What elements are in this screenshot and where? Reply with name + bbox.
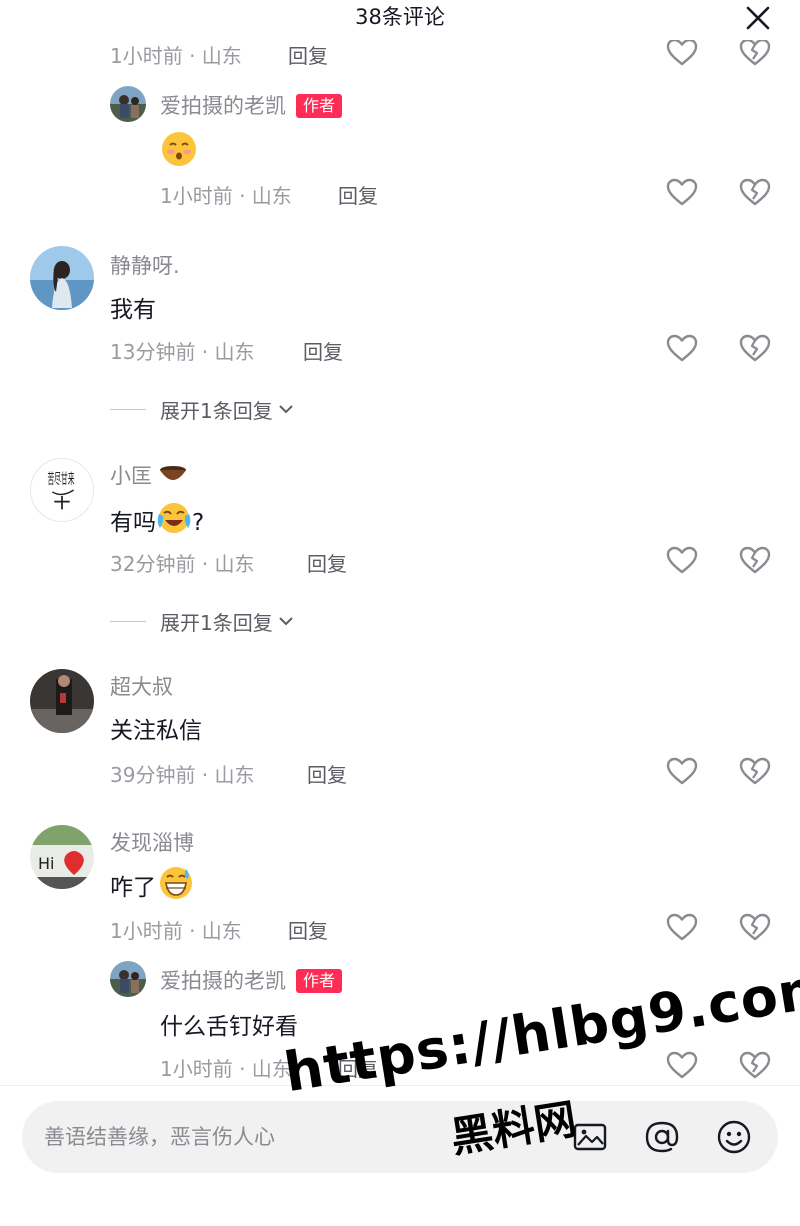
reply-button[interactable]: 回复 bbox=[307, 548, 347, 577]
pleading-face-emoji bbox=[160, 130, 198, 168]
divider bbox=[110, 408, 146, 410]
username[interactable]: 超大叔 bbox=[110, 671, 173, 701]
like-icon[interactable] bbox=[665, 176, 699, 208]
chevron-down-icon bbox=[279, 617, 293, 626]
username[interactable]: 小匡 bbox=[110, 460, 187, 490]
avatar[interactable]: Hi bbox=[30, 825, 94, 889]
comment-text: 关注私信 bbox=[110, 718, 202, 744]
avatar[interactable] bbox=[110, 86, 146, 122]
username[interactable]: 发现淄博 bbox=[110, 827, 194, 857]
avatar-text: Hi bbox=[38, 854, 54, 873]
reply-button[interactable]: 回复 bbox=[307, 759, 347, 788]
dislike-icon[interactable] bbox=[738, 1049, 772, 1081]
comment-meta: 1小时前 · 山东 bbox=[160, 1057, 292, 1081]
reply-item: 爱拍摄的老凯 作者 1小时前 · 山东 回复 bbox=[0, 86, 800, 216]
grinning-sweat-emoji bbox=[158, 865, 194, 901]
comment-input[interactable]: 善语结善缘，恶言伤人心 bbox=[22, 1101, 778, 1173]
author-badge: 作者 bbox=[296, 969, 343, 993]
dislike-icon[interactable] bbox=[738, 755, 772, 787]
comment-text: 咋了 bbox=[110, 865, 194, 902]
reply-item: 爱拍摄的老凯 作者 什么舌钉好看 1小时前 · 山东 回复 bbox=[0, 961, 800, 1085]
like-icon[interactable] bbox=[665, 40, 699, 68]
username[interactable]: 静静呀. bbox=[110, 250, 180, 280]
like-icon[interactable] bbox=[665, 755, 699, 787]
comment-input-bar: 善语结善缘，恶言伤人心 bbox=[0, 1085, 800, 1226]
comments-header: 38条评论 bbox=[0, 0, 800, 34]
like-icon[interactable] bbox=[665, 911, 699, 943]
comment-item: 静静呀. 我有 13分钟前 · 山东 回复 展开1条回复 bbox=[0, 244, 800, 434]
expand-replies-button[interactable]: 展开1条回复 bbox=[110, 606, 295, 636]
comment-meta: 1小时前 · 山东 bbox=[160, 184, 292, 208]
chevron-down-icon bbox=[279, 405, 293, 414]
reply-button[interactable]: 回复 bbox=[338, 1053, 378, 1082]
divider bbox=[110, 620, 146, 622]
expand-replies-label: 展开1条回复 bbox=[160, 610, 273, 635]
bowl-emoji bbox=[159, 464, 187, 484]
comment-meta: 32分钟前 · 山东 bbox=[110, 552, 255, 576]
avatar[interactable] bbox=[110, 961, 146, 997]
like-icon[interactable] bbox=[665, 544, 699, 576]
avatar[interactable]: 苦尽甘来 bbox=[30, 458, 94, 522]
emoji-picker-icon[interactable] bbox=[714, 1117, 754, 1157]
mention-icon[interactable] bbox=[642, 1117, 682, 1157]
author-badge: 作者 bbox=[296, 94, 343, 118]
expand-replies-label: 展开1条回复 bbox=[160, 398, 273, 423]
dislike-icon[interactable] bbox=[738, 176, 772, 208]
dislike-icon[interactable] bbox=[738, 544, 772, 576]
comment-meta: 1小时前 · 山东 bbox=[110, 44, 242, 68]
image-icon[interactable] bbox=[570, 1117, 610, 1157]
partial-comment-row: 1小时前 · 山东 回复 bbox=[0, 40, 800, 68]
comment-meta: 13分钟前 · 山东 bbox=[110, 340, 255, 364]
comment-meta: 39分钟前 · 山东 bbox=[110, 763, 255, 787]
avatar[interactable] bbox=[30, 246, 94, 310]
username[interactable]: 爱拍摄的老凯 作者 bbox=[160, 90, 343, 120]
expand-replies-button[interactable]: 展开1条回复 bbox=[110, 394, 295, 424]
close-icon[interactable] bbox=[744, 4, 772, 32]
username[interactable]: 爱拍摄的老凯 作者 bbox=[160, 965, 343, 995]
avatar-calligraphy: 苦尽甘来 bbox=[47, 471, 74, 488]
dislike-icon[interactable] bbox=[738, 911, 772, 943]
comment-item: 超大叔 关注私信 39分钟前 · 山东 回复 bbox=[0, 667, 800, 797]
avatar[interactable] bbox=[30, 669, 94, 733]
reply-button[interactable]: 回复 bbox=[288, 915, 328, 944]
reply-button[interactable]: 回复 bbox=[303, 336, 343, 365]
like-icon[interactable] bbox=[665, 332, 699, 364]
comment-item: Hi 发现淄博 咋了 1小时前 · 山东 回复 bbox=[0, 823, 800, 953]
crying-laughing-emoji bbox=[156, 500, 192, 536]
comment-text: 什么舌钉好看 bbox=[160, 1014, 298, 1040]
comment-item: 苦尽甘来 小匡 有吗 ? 32分钟前 · 山东 回复 展开1条回复 bbox=[0, 456, 800, 646]
comment-text bbox=[160, 130, 198, 168]
comment-count-title: 38条评论 bbox=[355, 5, 445, 29]
dislike-icon[interactable] bbox=[738, 332, 772, 364]
comment-text: 有吗 ? bbox=[110, 500, 204, 537]
input-placeholder: 善语结善缘，恶言伤人心 bbox=[44, 1125, 275, 1149]
comment-meta: 1小时前 · 山东 bbox=[110, 919, 242, 943]
dislike-icon[interactable] bbox=[738, 40, 772, 68]
reply-button[interactable]: 回复 bbox=[288, 40, 328, 68]
reply-button[interactable]: 回复 bbox=[338, 180, 378, 209]
like-icon[interactable] bbox=[665, 1049, 699, 1081]
comment-text: 我有 bbox=[110, 297, 156, 323]
